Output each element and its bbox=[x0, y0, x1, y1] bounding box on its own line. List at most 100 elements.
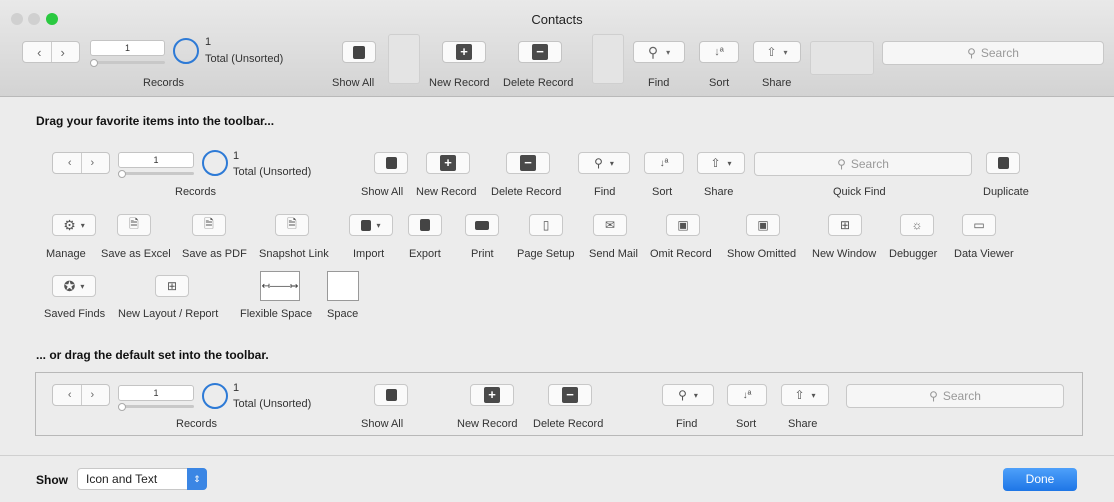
palette-delete-record-item[interactable]: − bbox=[506, 152, 550, 174]
palette-show-all-item[interactable] bbox=[374, 152, 408, 174]
chevron-left-icon: ‹ bbox=[67, 157, 72, 169]
toolbar-drop-target bbox=[810, 41, 874, 75]
delete-record-button[interactable]: − bbox=[518, 41, 562, 63]
envelope-icon: ✉ bbox=[604, 218, 616, 232]
sort-icon: ↓ª bbox=[714, 46, 724, 58]
default-share-item: ⇧ ▾ bbox=[781, 384, 829, 406]
palette-label: Manage bbox=[46, 248, 86, 260]
palette-new-window-item[interactable]: ⊞ bbox=[828, 214, 862, 236]
palette-flexible-space-item[interactable]: ↤——↦ bbox=[260, 271, 300, 301]
chevron-left-icon: ‹ bbox=[67, 389, 72, 401]
share-button[interactable]: ⇧ ▾ bbox=[753, 41, 801, 63]
record-slider[interactable] bbox=[90, 61, 165, 64]
palette-prev-next-item[interactable]: ‹ › bbox=[52, 152, 110, 174]
palette-save-excel-item[interactable]: 🗎 bbox=[117, 214, 151, 236]
toolbar-space bbox=[592, 34, 624, 84]
default-search-item: ⚲ Search bbox=[846, 384, 1064, 408]
record-number-field[interactable]: 1 bbox=[90, 40, 165, 56]
show-mode-value: Icon and Text bbox=[86, 472, 158, 486]
palette-sort-item[interactable]: ↓ª bbox=[644, 152, 684, 174]
palette-label: Saved Finds bbox=[44, 308, 106, 320]
palette-delete-record-label: Delete Record bbox=[491, 186, 562, 198]
snapshot-icon: 🗎 bbox=[287, 216, 297, 231]
palette-show-omitted-item[interactable]: ▣ bbox=[746, 214, 780, 236]
palette-search-item[interactable]: ⚲ Search bbox=[754, 152, 972, 176]
records-label: Records bbox=[143, 77, 184, 89]
default-delete-record-label: Delete Record bbox=[533, 418, 604, 430]
palette-debugger-item[interactable]: ☼ bbox=[900, 214, 934, 236]
magnifier-icon: ⚲ bbox=[678, 388, 687, 402]
default-find-item: ⚲ ▾ bbox=[662, 384, 714, 406]
palette-records-label: Records bbox=[175, 186, 216, 198]
share-icon: ⇧ bbox=[766, 45, 777, 59]
chevron-down-icon: ▾ bbox=[811, 390, 816, 400]
palette-print-item[interactable] bbox=[465, 214, 499, 236]
default-new-record-item: + bbox=[470, 384, 514, 406]
palette-data-viewer-item[interactable]: ▭ bbox=[962, 214, 996, 236]
default-share-label: Share bbox=[788, 418, 818, 430]
new-record-label: New Record bbox=[429, 77, 490, 89]
chevron-down-icon: ▾ bbox=[693, 390, 698, 400]
chevron-right-icon[interactable]: › bbox=[61, 45, 65, 60]
palette-share-item[interactable]: ⇧ ▾ bbox=[697, 152, 745, 174]
sort-button[interactable]: ↓ª bbox=[699, 41, 739, 63]
palette-label: New Window bbox=[812, 248, 877, 260]
default-records-status: Total (Unsorted) bbox=[233, 398, 312, 410]
palette-label: Page Setup bbox=[517, 248, 575, 260]
palette-record-slider-knob[interactable] bbox=[118, 170, 126, 178]
chevron-down-icon: ▾ bbox=[80, 220, 85, 230]
palette-find-label: Find bbox=[594, 186, 616, 198]
palette-label: Omit Record bbox=[650, 248, 712, 260]
prev-next-record-control[interactable]: ‹ › bbox=[22, 41, 80, 63]
new-record-button[interactable]: + bbox=[442, 41, 486, 63]
palette-import-item[interactable]: ▾ bbox=[349, 214, 393, 236]
find-label: Find bbox=[648, 77, 670, 89]
palette-manage-item[interactable]: ⚙ ▾ bbox=[52, 214, 96, 236]
palette-record-slider[interactable] bbox=[118, 172, 194, 175]
palette-label: Import bbox=[353, 248, 385, 260]
default-records-count: 1 bbox=[233, 382, 240, 394]
palette-omit-record-item[interactable]: ▣ bbox=[666, 214, 700, 236]
find-button[interactable]: ⚲ ▾ bbox=[633, 41, 685, 63]
palette-space-item[interactable] bbox=[327, 271, 359, 301]
palette-record-field[interactable]: 1 bbox=[118, 152, 194, 168]
minus-icon: − bbox=[532, 44, 548, 60]
palette-export-item[interactable] bbox=[408, 214, 442, 236]
palette-duplicate-item[interactable] bbox=[986, 152, 1020, 174]
palette-label: Save as PDF bbox=[182, 248, 247, 260]
palette-saved-finds-item[interactable]: ✪ ▾ bbox=[52, 275, 96, 297]
palette-label: Space bbox=[327, 308, 359, 320]
palette-find-item[interactable]: ⚲ ▾ bbox=[578, 152, 630, 174]
palette-new-record-label: New Record bbox=[416, 186, 477, 198]
show-all-button[interactable] bbox=[342, 41, 376, 63]
select-arrows-icon[interactable]: ⇕ bbox=[187, 468, 207, 490]
double-arrow-icon: ↤——↦ bbox=[261, 280, 299, 292]
palette-new-record-item[interactable]: + bbox=[426, 152, 470, 174]
record-slider-knob[interactable] bbox=[90, 59, 98, 67]
palette-label: Debugger bbox=[889, 248, 938, 260]
search-icon: ⚲ bbox=[967, 46, 976, 60]
show-mode-select[interactable]: Icon and Text ⇕ bbox=[77, 468, 207, 490]
done-button[interactable]: Done bbox=[1003, 468, 1077, 491]
palette-quick-find-label: Quick Find bbox=[833, 186, 886, 198]
chevron-right-icon: › bbox=[90, 157, 95, 169]
palette-send-mail-item[interactable]: ✉ bbox=[593, 214, 627, 236]
search-field[interactable]: ⚲ Search bbox=[882, 41, 1104, 65]
plus-icon: + bbox=[484, 387, 500, 403]
pdf-file-icon: 🗎 bbox=[204, 216, 214, 231]
minus-icon: − bbox=[562, 387, 578, 403]
chevron-left-icon[interactable]: ‹ bbox=[37, 45, 41, 60]
palette-new-layout-item[interactable]: ⊞ bbox=[155, 275, 189, 297]
palette-page-setup-item[interactable]: ▯ bbox=[529, 214, 563, 236]
palette-label: Snapshot Link bbox=[259, 248, 329, 260]
palette-label: Save as Excel bbox=[101, 248, 171, 260]
default-set-heading: ... or drag the default set into the too… bbox=[36, 348, 269, 362]
palette-save-pdf-item[interactable]: 🗎 bbox=[192, 214, 226, 236]
palette-records-status: Total (Unsorted) bbox=[233, 166, 312, 178]
new-window-icon: ⊞ bbox=[839, 218, 851, 232]
plus-icon: + bbox=[456, 44, 472, 60]
toolbar-space bbox=[388, 34, 420, 84]
palette-sort-label: Sort bbox=[652, 186, 673, 198]
palette-snapshot-item[interactable]: 🗎 bbox=[275, 214, 309, 236]
show-all-icon bbox=[353, 45, 365, 59]
